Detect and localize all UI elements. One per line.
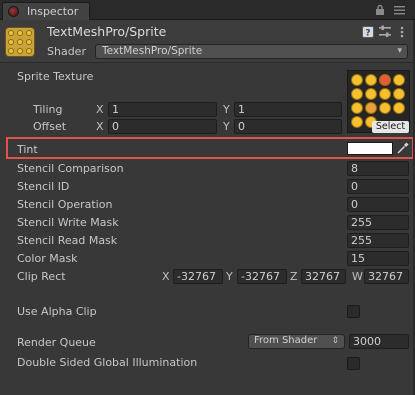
material-header: TextMeshPro/Sprite ? Shader TextMeshPro/…: [0, 20, 415, 63]
offset-y-field[interactable]: 0: [234, 119, 342, 134]
shader-label: Shader: [47, 45, 86, 58]
render-queue-mode-value: From Shader: [254, 335, 318, 346]
offset-label: Offset: [33, 120, 67, 133]
material-preview-icon: [5, 27, 35, 57]
clip-rect-y-axis-label: Y: [226, 270, 233, 283]
texture-select-button[interactable]: Select: [372, 121, 409, 133]
more-options-icon[interactable]: [397, 26, 407, 38]
stencil-id-field[interactable]: 0: [347, 179, 409, 194]
render-queue-mode-dropdown[interactable]: From Shader ⇕: [248, 334, 345, 349]
inspector-tab-label: Inspector: [27, 5, 79, 18]
sprite-texture-label: Sprite Texture: [17, 70, 94, 83]
offset-y-axis-label: Y: [223, 120, 230, 133]
clip-rect-y-field[interactable]: -32767: [237, 269, 287, 284]
inspector-tab-bar: Inspector: [0, 0, 415, 20]
material-title: TextMeshPro/Sprite: [47, 24, 167, 39]
tab-menu-icon[interactable]: [393, 4, 407, 16]
lock-icon[interactable]: [374, 4, 386, 16]
chevron-down-icon: ▾: [397, 46, 402, 56]
up-down-arrow-icon: ⇕: [331, 336, 339, 346]
render-queue-label: Render Queue: [17, 336, 96, 349]
tiling-y-field[interactable]: 1: [234, 102, 342, 117]
tiling-x-axis-label: X: [96, 103, 104, 116]
tiling-label: Tiling: [33, 103, 63, 116]
stencil-id-label: Stencil ID: [17, 180, 70, 193]
eyedropper-icon[interactable]: [396, 141, 410, 155]
render-queue-field[interactable]: 3000: [349, 334, 409, 349]
clip-rect-x-axis-label: X: [162, 270, 170, 283]
color-mask-field[interactable]: 15: [347, 251, 409, 266]
tiling-x-field[interactable]: 1: [108, 102, 217, 117]
double-sided-gi-checkbox[interactable]: [347, 357, 360, 370]
stencil-write-mask-field[interactable]: 255: [347, 215, 409, 230]
stencil-operation-label: Stencil Operation: [17, 198, 113, 211]
svg-text:?: ?: [365, 29, 370, 39]
clip-rect-x-field[interactable]: -32767: [173, 269, 223, 284]
stencil-operation-field[interactable]: 0: [347, 197, 409, 212]
help-icon[interactable]: ?: [362, 26, 374, 38]
double-sided-gi-label: Double Sided Global Illumination: [17, 356, 198, 369]
clip-rect-label: Clip Rect: [17, 270, 66, 283]
inspector-icon: [8, 6, 19, 17]
stencil-comparison-label: Stencil Comparison: [17, 162, 124, 175]
inspector-tab[interactable]: Inspector: [2, 2, 90, 20]
clip-rect-z-field[interactable]: 32767: [301, 269, 346, 284]
clip-rect-w-field[interactable]: 32767: [364, 269, 409, 284]
offset-x-field[interactable]: 0: [108, 119, 217, 134]
use-alpha-clip-label: Use Alpha Clip: [17, 305, 97, 318]
presets-icon[interactable]: [378, 25, 392, 39]
color-mask-label: Color Mask: [17, 252, 78, 265]
stencil-read-mask-label: Stencil Read Mask: [17, 234, 118, 247]
use-alpha-clip-checkbox[interactable]: [347, 305, 360, 318]
stencil-read-mask-field[interactable]: 255: [347, 233, 409, 248]
offset-x-axis-label: X: [96, 120, 104, 133]
stencil-write-mask-label: Stencil Write Mask: [17, 216, 119, 229]
tint-color-swatch[interactable]: [347, 142, 393, 155]
tint-label: Tint: [17, 143, 38, 156]
shader-dropdown[interactable]: TextMeshPro/Sprite ▾: [95, 44, 408, 59]
tiling-y-axis-label: Y: [223, 103, 230, 116]
clip-rect-w-axis-label: W: [352, 270, 363, 283]
clip-rect-z-axis-label: Z: [290, 270, 298, 283]
shader-dropdown-value: TextMeshPro/Sprite: [102, 45, 203, 57]
stencil-comparison-field[interactable]: 8: [347, 161, 409, 176]
